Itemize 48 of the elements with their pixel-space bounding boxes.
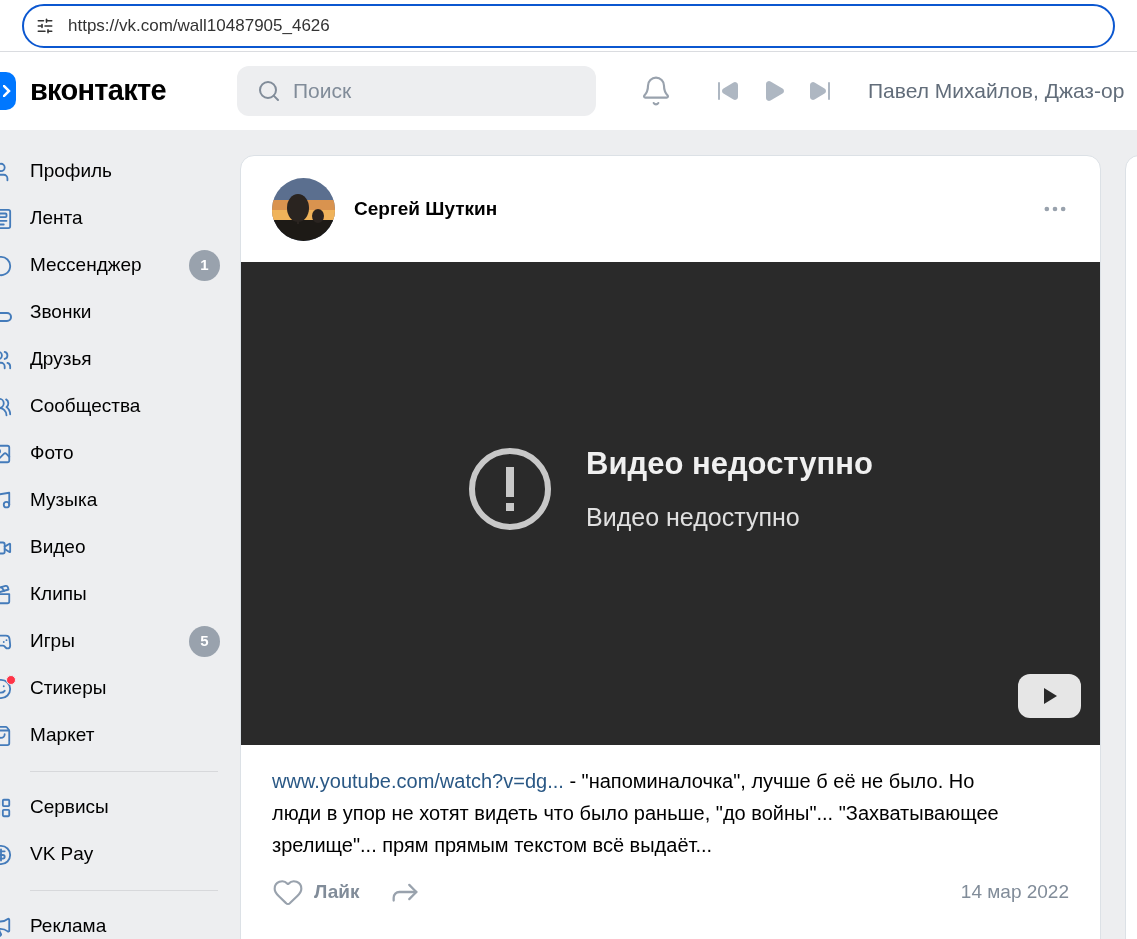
photo-icon — [0, 442, 12, 465]
count-badge: 5 — [189, 626, 220, 657]
url-text: https://vk.com/wall10487905_4626 — [68, 14, 330, 37]
sidebar-item[interactable]: Игры — [30, 627, 75, 656]
sidebar-item[interactable]: Реклама — [30, 912, 107, 939]
search-icon — [257, 79, 281, 103]
post-link[interactable]: www.youtube.com/watch?v=dg... — [272, 770, 564, 792]
now-playing-text[interactable]: Павел Михайлов, Джаз-ор — [868, 75, 1125, 107]
search-field[interactable]: Поиск — [237, 66, 596, 116]
clips-icon — [0, 583, 12, 606]
feed-icon — [0, 207, 12, 230]
bell-icon[interactable] — [640, 75, 672, 107]
exclamation-icon — [468, 446, 553, 531]
grid-icon — [0, 796, 12, 819]
sidebar-item[interactable]: Видео — [30, 533, 86, 562]
next-track-icon[interactable] — [808, 79, 832, 103]
sidebar-item[interactable]: Мессенджер — [30, 251, 142, 280]
megaphone-icon — [0, 915, 12, 938]
chat-icon — [0, 254, 12, 277]
sidebar-item[interactable]: Фото — [30, 439, 74, 468]
sidebar-item[interactable]: Сообщества — [30, 392, 141, 421]
sidebar-item[interactable]: Лента — [30, 204, 83, 233]
sidebar-item[interactable]: VK Pay — [30, 840, 94, 869]
sidebar-item[interactable]: Профиль — [30, 157, 113, 186]
phone-icon — [0, 310, 12, 323]
sidebar-item[interactable]: Сервисы — [30, 793, 109, 822]
sidebar-item[interactable]: Маркет — [30, 721, 95, 750]
groups-icon — [0, 395, 12, 418]
sidebar-item[interactable]: Звонки — [30, 298, 92, 327]
address-bar[interactable]: https://vk.com/wall10487905_4626 — [22, 3, 1115, 48]
count-badge: 1 — [189, 250, 220, 281]
friends-icon — [0, 348, 12, 371]
post-date: 14 мар 2022 — [960, 879, 1069, 904]
sidebar-item[interactable]: Друзья — [30, 345, 92, 374]
previous-track-icon[interactable] — [716, 79, 740, 103]
video-error-title: Видео недоступно — [586, 444, 873, 483]
sidebar-item[interactable]: Стикеры — [30, 674, 107, 703]
site-settings-icon[interactable] — [36, 16, 54, 35]
sidebar-item[interactable]: Музыка — [30, 486, 98, 515]
video-error-subtitle: Видео недоступно — [586, 502, 801, 533]
coin-icon — [0, 843, 12, 866]
sidebar-item[interactable]: Клипы — [30, 580, 87, 609]
logo-text: вконтакте — [30, 73, 166, 109]
post-text: www.youtube.com/watch?v=dg... - "напоминалочка", лучше б её не было. Но люди в упор не хотят видеть что было раньше, "до войны"... "Захватывающее зрелище"... прям прямым текстом всё выдаёт... — [272, 769, 1000, 858]
author-name[interactable]: Сергей Шуткин — [354, 194, 498, 224]
youtube-play-icon[interactable] — [1018, 674, 1081, 718]
smile-icon — [0, 677, 12, 700]
bag-icon — [0, 724, 12, 747]
